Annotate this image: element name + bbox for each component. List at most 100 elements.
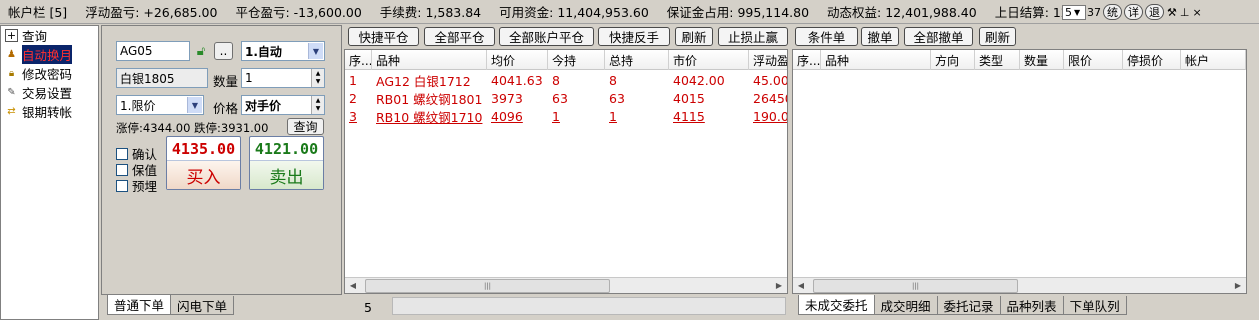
account-count-select[interactable]: 5 ▼ (1062, 4, 1086, 20)
tab-normal-order[interactable]: 普通下单 (107, 295, 172, 315)
refresh-orders-button[interactable]: 刷新 (979, 27, 1016, 46)
col-symbol[interactable]: 品种 (821, 50, 931, 70)
status-field (392, 297, 786, 315)
col-floating-pnl[interactable]: 浮动盈 (749, 50, 787, 70)
col-total-hold[interactable]: 总持 (605, 50, 669, 70)
spin-arrows-icon[interactable]: ▲ ▼ (311, 69, 324, 87)
quick-reverse-button[interactable]: 快捷反手 (598, 27, 670, 46)
col-type[interactable]: 类型 (975, 50, 1020, 70)
tab-symbol-list[interactable]: 品种列表 (999, 296, 1064, 315)
open-close-mode-select[interactable]: 1.自动 ▼ (241, 41, 325, 61)
close-all-button[interactable]: 全部平仓 (424, 27, 495, 46)
table-row[interactable]: 3 RB10 螺纹钢1710 4096 1 1 4115 190.0 (345, 107, 787, 125)
query-button[interactable]: 查询 (287, 118, 324, 135)
arrow-right-icon[interactable]: ▶ (1230, 278, 1246, 294)
account-bar: 帐户栏 [5] 浮动盈亏: +26,685.00 平仓盈亏: -13,600.0… (0, 0, 1259, 24)
orders-grid: 序... 品种 方向 类型 数量 限价 停损价 帐户 ◀ ||| ▶ (792, 49, 1247, 294)
person-icon: ♟ (7, 49, 16, 60)
orders-header: 序... 品种 方向 类型 数量 限价 停损价 帐户 (793, 50, 1246, 70)
cancel-all-button[interactable]: 全部撤单 (904, 27, 973, 46)
cancel-order-button[interactable]: 撤单 (861, 27, 899, 46)
preorder-checkbox[interactable]: 预埋 (116, 176, 157, 195)
swap-icon: ⇄ (7, 106, 16, 117)
orders-tabs: 未成交委托 成交明细 委托记录 品种列表 下单队列 (798, 295, 1127, 315)
col-quantity[interactable]: 数量 (1020, 50, 1064, 70)
sell-button[interactable]: 4121.00 卖出 (249, 136, 324, 190)
account-bar-controls: 5 ▼ 37 统 详 退 ⚒ ⊥ × (1062, 3, 1202, 21)
lock-open-icon[interactable]: 🔓︎ (193, 42, 209, 60)
stop-loss-profit-button[interactable]: 止损止赢 (718, 27, 788, 46)
conditional-order-button[interactable]: 条件单 (795, 27, 858, 46)
lock-icon: 🔒︎ (8, 68, 15, 79)
nav-item-auto-roll[interactable]: ♟ 自动换月 (1, 45, 98, 64)
nav-item-query[interactable]: + 查询 (1, 26, 98, 45)
col-index[interactable]: 序... (345, 50, 372, 70)
contract-picker-button[interactable]: .. (214, 42, 233, 60)
col-limit-price[interactable]: 限价 (1064, 50, 1123, 70)
floating-pnl: 浮动盈亏: +26,685.00 (85, 5, 218, 20)
buy-price: 4135.00 (167, 137, 240, 161)
col-stop-price[interactable]: 停损价 (1123, 50, 1181, 70)
nav-item-change-password[interactable]: 🔒︎ 修改密码 (1, 64, 98, 83)
positions-body: 1 AG12 白银1712 4041.63 8 8 4042.00 45.00 … (345, 71, 787, 125)
left-nav: + 查询 ♟ 自动换月 🔒︎ 修改密码 ✎ 交易设置 ⇄ 银期转帐 (0, 25, 99, 320)
positions-hscroll[interactable]: ◀ ||| ▶ (345, 277, 787, 293)
positions-header: 序... 品种 均价 今持 总持 市价 浮动盈 (345, 50, 787, 70)
close-all-accounts-button[interactable]: 全部账户平仓 (499, 27, 594, 46)
tab-pending-orders[interactable]: 未成交委托 (798, 295, 875, 315)
nav-item-bank-transfer[interactable]: ⇄ 银期转帐 (1, 102, 98, 121)
col-account[interactable]: 帐户 (1181, 50, 1246, 70)
col-direction[interactable]: 方向 (931, 50, 975, 70)
tools-icon[interactable]: ⚒ (1167, 6, 1177, 19)
table-row[interactable]: 1 AG12 白银1712 4041.63 8 8 4042.00 45.00 (345, 71, 787, 89)
arrow-left-icon[interactable]: ◀ (793, 278, 809, 294)
buy-button[interactable]: 4135.00 买入 (166, 136, 241, 190)
available-funds: 可用资金: 11,404,953.60 (499, 5, 649, 20)
quantity-stepper[interactable]: 1 ▲ ▼ (241, 68, 325, 88)
quantity-label: 数量 (213, 74, 239, 89)
sell-price: 4121.00 (250, 137, 323, 161)
summary-button[interactable]: 统 (1103, 4, 1122, 20)
margin-used: 保证金占用: 995,114.80 (666, 5, 810, 20)
plus-box-icon[interactable]: + (5, 29, 18, 42)
logout-button[interactable]: 退 (1145, 4, 1164, 20)
closing-pnl: 平仓盈亏: -13,600.00 (235, 5, 362, 20)
pin-icon[interactable]: ⊥ (1180, 6, 1190, 19)
contract-name-display: 白银1805 (116, 68, 208, 88)
chevron-down-icon: ▼ (308, 43, 323, 59)
price-label: 价格 (213, 101, 239, 116)
col-symbol[interactable]: 品种 (372, 50, 487, 70)
buy-label: 买入 (167, 161, 240, 189)
quick-close-button[interactable]: 快捷平仓 (348, 27, 419, 46)
scroll-thumb[interactable]: ||| (365, 279, 610, 293)
tab-flash-order[interactable]: 闪电下单 (170, 296, 235, 315)
refresh-positions-button[interactable]: 刷新 (675, 27, 713, 46)
positions-footer: 5 (344, 295, 788, 320)
col-index[interactable]: 序... (793, 50, 821, 70)
chevron-down-icon: ▼ (187, 97, 202, 113)
contract-code-input[interactable]: AG05 (116, 41, 190, 61)
col-market-price[interactable]: 市价 (669, 50, 749, 70)
account-bar-title[interactable]: 帐户栏 [5] (8, 2, 67, 21)
order-panel: AG05 🔓︎ .. 1.自动 ▼ 白银1805 数量 1 ▲ ▼ 1.限价 ▼ … (101, 25, 342, 295)
detail-button[interactable]: 详 (1124, 4, 1143, 20)
tab-order-history[interactable]: 委托记录 (936, 296, 1001, 315)
chevron-down-icon: ▼ (1074, 7, 1081, 17)
order-tabs: 普通下单 闪电下单 (107, 295, 235, 315)
tab-order-queue[interactable]: 下单队列 (1062, 296, 1127, 315)
limit-down-text: 跌停:3931.00 (194, 121, 269, 135)
arrow-right-icon[interactable]: ▶ (771, 278, 787, 294)
price-type-select[interactable]: 1.限价 ▼ (116, 95, 204, 115)
spin-arrows-icon[interactable]: ▲ ▼ (311, 96, 324, 114)
table-row[interactable]: 2 RB01 螺纹钢1801 3973 63 63 4015 26450 (345, 89, 787, 107)
col-avg-price[interactable]: 均价 (487, 50, 548, 70)
nav-item-trade-settings[interactable]: ✎ 交易设置 (1, 83, 98, 102)
orders-hscroll[interactable]: ◀ ||| ▶ (793, 277, 1246, 293)
price-stepper[interactable]: 对手价 ▲ ▼ (241, 95, 325, 115)
arrow-left-icon[interactable]: ◀ (345, 278, 361, 294)
tab-trade-details[interactable]: 成交明细 (873, 296, 938, 315)
close-icon[interactable]: × (1192, 6, 1201, 19)
commission: 手续费: 1,583.84 (379, 5, 482, 20)
col-today-hold[interactable]: 今持 (548, 50, 605, 70)
scroll-thumb[interactable]: ||| (813, 279, 1018, 293)
